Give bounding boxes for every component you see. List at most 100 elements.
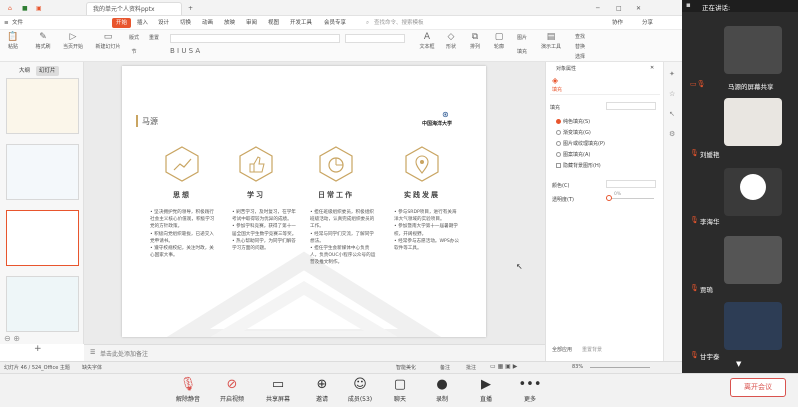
font-family-select[interactable] <box>170 34 340 43</box>
fill-color-select[interactable] <box>606 102 656 110</box>
record-button[interactable]: ● 录制 <box>422 376 462 403</box>
select-icon[interactable]: ↖ <box>669 110 675 118</box>
participant-video[interactable] <box>724 26 782 74</box>
layout-button[interactable]: 版式 <box>126 34 142 41</box>
shape-button[interactable]: ◇ 形状 <box>440 32 462 50</box>
style-icon[interactable]: ✦ <box>669 70 675 78</box>
window-close-icon[interactable]: ✕ <box>630 2 647 15</box>
menu-insert[interactable]: 插入 <box>137 18 148 28</box>
comment-toggle[interactable]: 批注 <box>466 364 476 371</box>
menu-dev-tools[interactable]: 开发工具 <box>290 18 312 28</box>
option-gradient-fill[interactable]: 渐变填充(G) <box>556 129 591 136</box>
option-pattern-fill[interactable]: 图案填充(A) <box>556 151 590 158</box>
slide-thumbnail[interactable] <box>6 78 79 134</box>
menu-view[interactable]: 视图 <box>268 18 279 28</box>
slider-handle[interactable] <box>606 195 612 201</box>
pane-close-icon[interactable]: ✕ <box>650 65 654 71</box>
live-icon: ▶ <box>481 377 491 392</box>
settings-icon[interactable]: ⚙ <box>669 130 675 138</box>
new-slide-button[interactable]: ▭ 新建幻灯片 <box>92 32 124 50</box>
live-button[interactable]: ▶ 直播 <box>466 376 506 403</box>
missing-font-indicator[interactable]: 缺失字体 <box>82 364 102 371</box>
menu-slideshow[interactable]: 放映 <box>224 18 235 28</box>
reset-bg-button[interactable]: 重置背景 <box>582 346 602 353</box>
arrange-button[interactable]: ⧉ 排列 <box>464 32 486 50</box>
start-video-button[interactable]: ⊘ 开启视频 <box>212 376 252 403</box>
mic-muted-icon: 🎙 <box>179 377 197 392</box>
menu-animation[interactable]: 动画 <box>202 18 213 28</box>
presenter-tools-button[interactable]: ▤ 演示工具 <box>538 32 564 50</box>
slide-thumbnail-selected[interactable] <box>6 210 79 266</box>
thumbs-up-icon <box>239 146 273 182</box>
option-hide-bg[interactable]: 隐藏背景图形(H) <box>556 162 601 169</box>
animation-icon[interactable]: ☆ <box>669 90 675 98</box>
transparency-slider[interactable] <box>606 198 654 199</box>
menu-icon[interactable]: ≡ <box>4 18 9 28</box>
more-button[interactable]: ••• 更多 <box>510 376 550 403</box>
fill-tab[interactable]: 填充 <box>552 86 562 93</box>
tab-slides[interactable]: 幻灯片 <box>36 66 59 76</box>
slide-thumbnail[interactable] <box>6 276 79 332</box>
section-button[interactable]: 节 <box>126 48 142 55</box>
menu-design[interactable]: 设计 <box>158 18 169 28</box>
notes-toggle[interactable]: 备注 <box>440 364 450 371</box>
pie-chart-icon <box>319 146 353 182</box>
window-max-icon[interactable]: □ <box>610 2 628 15</box>
share-screen-button[interactable]: ▭ 共享屏幕 <box>258 376 298 403</box>
menu-vip[interactable]: 会员专享 <box>324 18 346 28</box>
outline-button[interactable]: ▢ 轮廓 <box>488 32 510 50</box>
invite-button[interactable]: ⊕ 邀请 <box>302 376 342 403</box>
speaker-avatar-icon: ▪ <box>686 1 691 9</box>
reset-button[interactable]: 重置 <box>144 34 164 41</box>
option-solid-fill[interactable]: 纯色填充(S) <box>556 118 590 125</box>
replace-button[interactable]: 替换 <box>570 43 590 50</box>
transparency-value: 0% <box>614 192 622 197</box>
fill-tab-icon[interactable]: ◈ <box>552 76 558 85</box>
zoom-slider[interactable] <box>590 367 650 368</box>
tab-outline[interactable]: 大纲 <box>16 66 33 76</box>
menu-file[interactable]: 文件 <box>12 18 23 28</box>
select-button[interactable]: 选择 <box>570 53 590 60</box>
slide-thumbnail[interactable] <box>6 144 79 200</box>
color-picker[interactable] <box>606 180 656 188</box>
participant-avatar[interactable] <box>724 168 782 216</box>
ppt-icon[interactable]: ▣ <box>30 2 48 15</box>
chat-icon: ▢ <box>393 377 407 392</box>
font-format-row[interactable]: B I U S A <box>170 47 340 55</box>
notes-area[interactable]: ☰ 单击此处添加备注 <box>84 344 545 361</box>
share-button[interactable]: 分享 <box>642 18 653 28</box>
object-properties-pane: 对象属性 ✕ ◈ 填充 填充 纯色填充(S) 渐变填充(G) 图片或纹理填充(P… <box>545 62 663 362</box>
play-from-current-button[interactable]: ▷ 当页开始 <box>58 32 88 50</box>
scroll-down-icon[interactable]: ▼ <box>736 360 741 368</box>
view-buttons[interactable]: ▭ ▦ ▣ ▶ <box>490 363 517 370</box>
find-button[interactable]: 查找 <box>570 33 590 40</box>
command-search-input[interactable]: 查找命令、搜索模板 <box>374 18 424 28</box>
participant-avatar[interactable] <box>724 302 782 350</box>
new-tab-icon[interactable]: + <box>182 2 199 15</box>
leave-meeting-button[interactable]: 离开会议 <box>730 378 786 397</box>
window-min-icon[interactable]: ─ <box>590 2 606 15</box>
unmute-button[interactable]: 🎙 解除静音 <box>168 376 208 403</box>
textbox-button[interactable]: A 文本框 <box>416 32 438 50</box>
format-painter-button[interactable]: ✎ 格式刷 <box>32 32 54 50</box>
option-picture-fill[interactable]: 图片或纹理填充(P) <box>556 140 605 147</box>
paragraph-controls[interactable] <box>345 34 405 43</box>
menu-transition[interactable]: 切换 <box>180 18 191 28</box>
picture-button[interactable]: 图片 <box>512 34 532 41</box>
document-tab[interactable]: 我的单元个人资料pptx <box>86 2 182 15</box>
smart-beautify-button[interactable]: 智能美化 <box>396 364 416 371</box>
menu-home[interactable]: 开始 <box>112 18 132 28</box>
participant-avatar[interactable] <box>724 236 782 284</box>
checkbox-icon <box>556 163 561 168</box>
chat-button[interactable]: ▢ 聊天 <box>380 376 420 403</box>
menu-review[interactable]: 审阅 <box>246 18 257 28</box>
collab-button[interactable]: 协作 <box>612 18 623 28</box>
add-slide-icon[interactable]: + <box>34 344 42 354</box>
fill-button[interactable]: 填充 <box>512 48 532 55</box>
slide-actions-icon[interactable]: ⊖ ⊕ <box>4 334 20 343</box>
slide[interactable]: 马源 ⊛ 中国海洋大学 思想 学习 日常工作 实践发展 • 坚决拥护党的领导，积… <box>122 66 486 337</box>
paste-button[interactable]: 📋 粘贴 <box>2 32 24 50</box>
apply-all-button[interactable]: 全部应用 <box>552 346 572 353</box>
participant-avatar[interactable] <box>724 98 782 146</box>
members-button[interactable]: ☺ 成员(53) <box>340 376 380 403</box>
